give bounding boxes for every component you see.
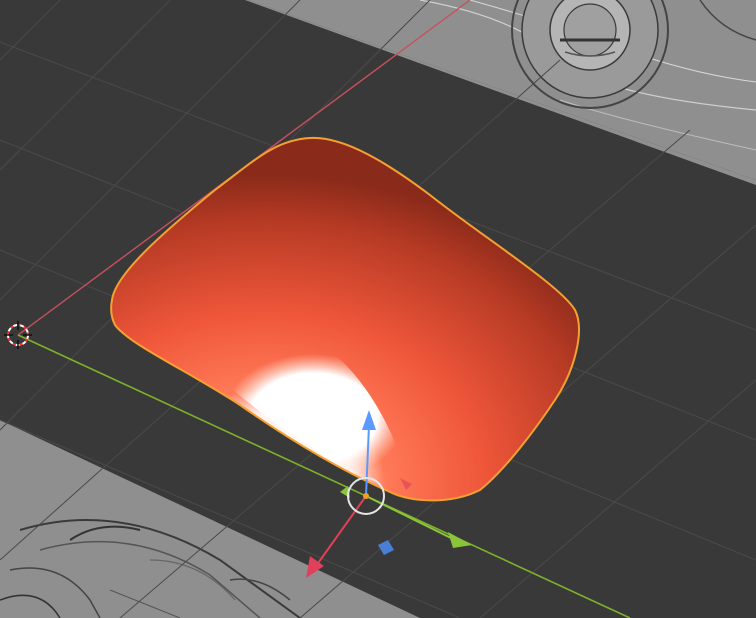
viewport-canvas[interactable] bbox=[0, 0, 756, 618]
viewport-3d[interactable] bbox=[0, 0, 756, 618]
object-origin-icon bbox=[363, 493, 369, 499]
